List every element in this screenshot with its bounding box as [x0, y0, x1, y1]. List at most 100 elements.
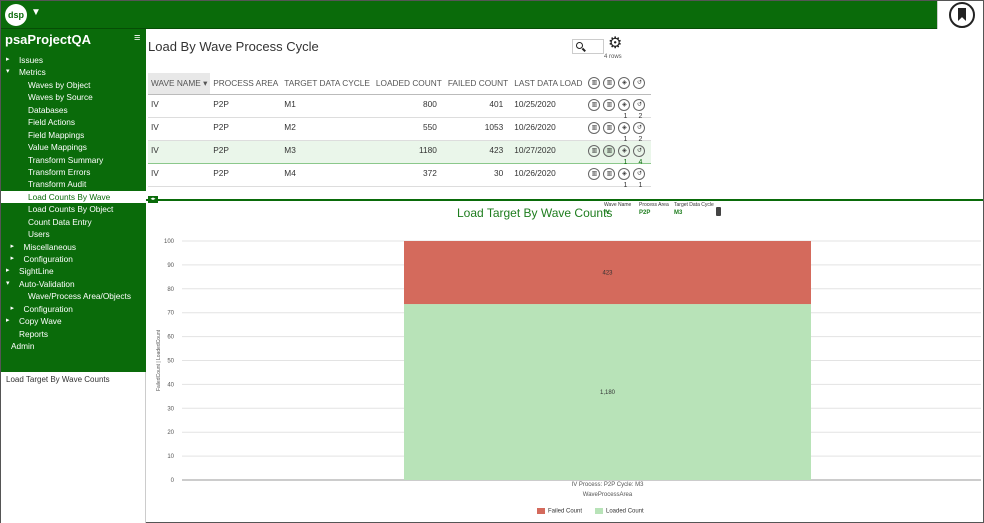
hamburger-icon[interactable]: ≡: [134, 32, 140, 44]
chart-title: Load Target By Wave Counts: [457, 206, 613, 220]
sidebar-item-issues[interactable]: ▸ Issues: [1, 54, 146, 66]
history-icon[interactable]: ↺ 2: [633, 121, 646, 143]
sidebar-footer-label: Load Target By Wave Counts: [6, 375, 110, 384]
sidebar-item-label: Transform Errors: [28, 166, 91, 177]
device-icon[interactable]: [716, 207, 721, 216]
sidebar-item-load-counts-by-wave[interactable]: Load Counts By Wave: [1, 190, 146, 204]
sidebar-item-admin[interactable]: Admin: [1, 340, 146, 352]
cube-icon[interactable]: ◈ 1: [618, 167, 631, 189]
sidebar-item-databases[interactable]: Databases: [1, 104, 146, 116]
count-badge: 1: [623, 158, 628, 166]
cube-icon[interactable]: ◈ 1: [618, 121, 631, 143]
collapse-icon[interactable]: ◂▸: [148, 196, 158, 203]
sidebar-item-label: Miscellaneous: [23, 241, 77, 252]
y-tick-label: 90: [167, 263, 174, 269]
cell-area: P2P: [210, 94, 282, 118]
column-header[interactable]: LAST DATA LOAD: [511, 73, 586, 95]
sidebar-item-field-mappings[interactable]: Field Mappings: [1, 129, 146, 141]
chart-icon[interactable]: ▥: [603, 121, 616, 134]
table-row[interactable]: IV P2P M3 1180 423 10/27/2020 ▥ ▥ ◈ 1 ↺ 4: [148, 139, 652, 166]
column-header-actions: ▥ ▥ ◈ ↺: [585, 73, 652, 95]
chart-icon[interactable]: ▥: [603, 98, 616, 111]
table-row[interactable]: IV P2P M2 550 1053 10/26/2020 ▥ ▥ ◈ 1 ↺ 2: [148, 117, 652, 143]
chart-icon[interactable]: ▥: [603, 77, 616, 90]
count-badge: 2: [638, 112, 643, 120]
sidebar-item-miscellaneous[interactable]: ▸ Miscellaneous: [1, 241, 146, 253]
app-logo[interactable]: dsp: [5, 4, 27, 26]
y-tick-label: 100: [164, 239, 175, 245]
expanded-arrow-icon[interactable]: ▾: [6, 278, 10, 290]
sidebar-item-label: Auto-Validation: [19, 278, 75, 289]
collapsed-arrow-icon[interactable]: ▸: [11, 303, 15, 315]
collapsed-arrow-icon[interactable]: ▸: [6, 265, 10, 277]
sidebar-item-auto-validation[interactable]: ▾ Auto-Validation: [1, 278, 146, 290]
cell-wave: IV: [148, 94, 211, 118]
table-row[interactable]: IV P2P M1 800 401 10/25/2020 ▥ ▥ ◈ 1 ↺ 2: [148, 94, 652, 120]
project-name: psaProjectQA: [5, 32, 91, 47]
sidebar-item-waves-by-source[interactable]: Waves by Source: [1, 91, 146, 103]
cube-icon[interactable]: ◈ 1: [618, 98, 631, 120]
sidebar-item-value-mappings[interactable]: Value Mappings: [1, 141, 146, 153]
history-icon[interactable]: ↺: [633, 77, 646, 90]
legend-swatch: [537, 508, 545, 514]
table-row[interactable]: IV P2P M4 372 30 10/26/2020 ▥ ▥ ◈ 1 ↺ 1: [148, 163, 652, 189]
main-content: Load By Wave Process Cycle ⚙ 4 rows WAVE…: [146, 29, 983, 522]
sidebar-item-transform-audit[interactable]: Transform Audit: [1, 178, 146, 190]
column-header[interactable]: PROCESS AREA: [210, 73, 282, 95]
collapsed-arrow-icon[interactable]: ▸: [11, 253, 15, 265]
panel-splitter[interactable]: ◂▸: [146, 196, 983, 203]
sidebar-item-copy-wave[interactable]: ▸ Copy Wave: [1, 315, 146, 327]
chart-icon[interactable]: ▥: [588, 167, 601, 180]
chart-icon[interactable]: ▥: [588, 121, 601, 134]
app-menu-caret-icon[interactable]: ▼: [31, 7, 41, 18]
sidebar-item-field-actions[interactable]: Field Actions: [1, 116, 146, 128]
sidebar-item-transform-errors[interactable]: Transform Errors: [1, 166, 146, 178]
column-header[interactable]: FAILED COUNT: [444, 73, 512, 95]
cell-failed: 423: [444, 139, 512, 164]
bookmark-icon[interactable]: [949, 2, 975, 28]
sidebar-item-label: Databases: [28, 104, 68, 115]
count-badge: 2: [638, 135, 643, 143]
history-icon[interactable]: ↺ 2: [633, 98, 646, 120]
sidebar-item-configuration[interactable]: ▸ Configuration: [1, 253, 146, 265]
y-tick-label: 40: [167, 382, 174, 388]
sidebar-item-metrics[interactable]: ▾ Metrics: [1, 66, 146, 78]
y-tick-label: 30: [167, 406, 174, 412]
cube-icon[interactable]: ◈: [618, 77, 631, 90]
history-icon[interactable]: ↺ 4: [633, 144, 646, 166]
chart-icon[interactable]: ▥: [603, 167, 616, 180]
expanded-arrow-icon[interactable]: ▾: [6, 66, 10, 78]
sidebar-item-waves-by-object[interactable]: Waves by Object: [1, 79, 146, 91]
sidebar-item-count-data-entry[interactable]: Count Data Entry: [1, 216, 146, 228]
chart-icon[interactable]: ▥: [588, 144, 601, 157]
sidebar-item-label: Transform Summary: [28, 154, 104, 165]
column-header[interactable]: LOADED COUNT: [372, 73, 445, 95]
x-axis-label: WaveProcessArea: [583, 492, 633, 498]
cell-loaded: 800: [372, 94, 445, 118]
gear-icon[interactable]: ⚙: [608, 36, 622, 52]
collapsed-arrow-icon[interactable]: ▸: [6, 54, 10, 66]
legend-item-failed[interactable]: Failed Count: [537, 508, 582, 515]
chart-icon[interactable]: ▥: [588, 98, 601, 111]
sidebar-item-reports[interactable]: Reports: [1, 328, 146, 340]
sidebar-item-label: Copy Wave: [19, 316, 62, 327]
column-header[interactable]: WAVE NAME ▾: [148, 73, 211, 95]
column-header[interactable]: TARGET DATA CYCLE: [281, 73, 373, 95]
legend-item-loaded[interactable]: Loaded Count: [595, 508, 644, 515]
filter-wave-name: Wave Name IV: [604, 202, 631, 216]
sidebar-item-configuration[interactable]: ▸ Configuration: [1, 303, 146, 315]
collapsed-arrow-icon[interactable]: ▸: [6, 315, 10, 327]
history-icon[interactable]: ↺ 1: [633, 167, 646, 189]
sidebar-item-label: Value Mappings: [28, 142, 87, 153]
chart-icon[interactable]: ▥: [603, 144, 616, 157]
sidebar-item-sightline[interactable]: ▸ SightLine: [1, 265, 146, 277]
sidebar-item-users[interactable]: Users: [1, 228, 146, 240]
cell-wave: IV: [148, 139, 211, 164]
sidebar-item-transform-summary[interactable]: Transform Summary: [1, 154, 146, 166]
search-input[interactable]: [572, 39, 604, 54]
collapsed-arrow-icon[interactable]: ▸: [11, 241, 15, 253]
sidebar-item-load-counts-by-object[interactable]: Load Counts By Object: [1, 203, 146, 215]
chart-icon[interactable]: ▥: [588, 77, 601, 90]
sidebar-item-wave-process-area-objects[interactable]: Wave/Process Area/Objects: [1, 290, 146, 302]
cube-icon[interactable]: ◈ 1: [618, 144, 631, 166]
